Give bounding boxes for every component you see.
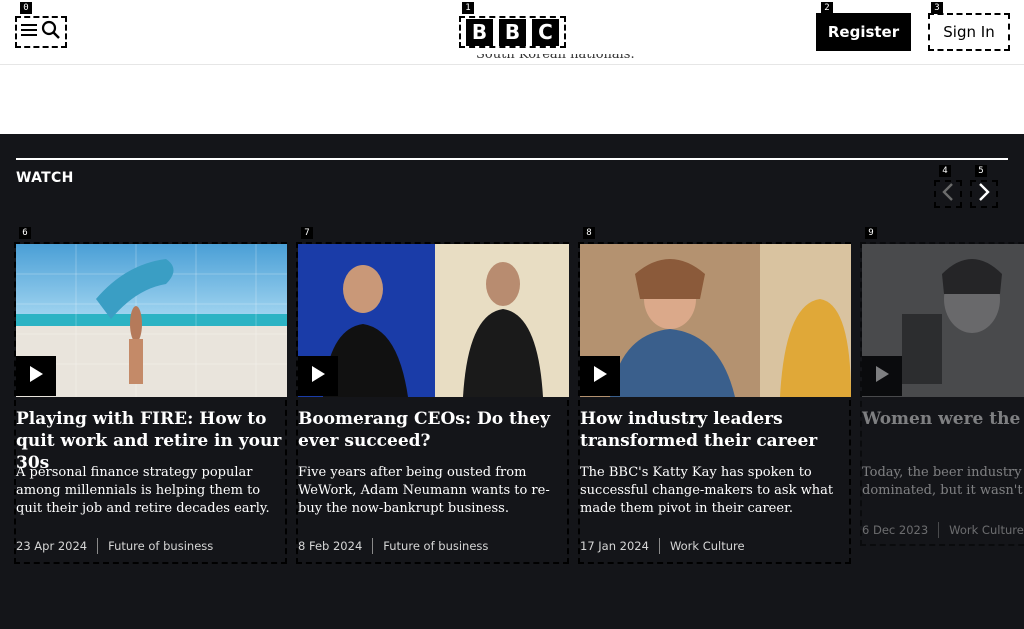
video-thumbnail	[16, 244, 287, 397]
card-category: Future of business	[108, 539, 214, 553]
overlay-badge: 7	[301, 227, 313, 239]
overlay-badge: 1	[462, 2, 474, 14]
card-meta: 17 Jan 2024 Work Culture	[580, 538, 745, 554]
sign-in-button[interactable]: Sign In	[928, 13, 1010, 51]
chevron-left-icon	[941, 182, 955, 206]
play-icon	[28, 365, 44, 387]
menu-icon	[21, 22, 39, 42]
card-category: Future of business	[383, 539, 489, 553]
overlay-badge: 9	[865, 227, 877, 239]
logo-letter: B	[499, 18, 526, 46]
card-description: Five years after being ousted from WeWor…	[298, 465, 550, 516]
menu-search-button[interactable]	[15, 16, 67, 48]
card-date: 8 Feb 2024	[298, 539, 363, 553]
video-card[interactable]: Boomerang CEOs: Do they ever succeed? Fi…	[296, 242, 569, 564]
card-title: Boomerang CEOs: Do they ever succeed?	[298, 409, 550, 451]
video-card[interactable]: Women were the brewers - what changed? T…	[860, 242, 1024, 546]
overlay-badge: 5	[975, 165, 987, 177]
section-title: WATCH	[16, 170, 74, 186]
meta-divider	[658, 538, 660, 554]
card-title: Women were the brewers - what changed?	[862, 409, 1024, 429]
chevron-right-icon	[977, 182, 991, 206]
play-icon	[592, 365, 608, 387]
meta-divider	[97, 538, 99, 554]
card-date: 23 Apr 2024	[16, 539, 88, 553]
meta-divider	[938, 522, 940, 538]
play-icon	[310, 365, 326, 387]
card-date: 17 Jan 2024	[580, 539, 649, 553]
carousel-prev-button[interactable]	[934, 180, 962, 208]
play-button[interactable]	[298, 356, 338, 396]
overlay-badge: 6	[19, 227, 31, 239]
watch-section: WATCH Playing with FIRE: How to quit wor…	[0, 134, 1024, 629]
card-meta: 6 Dec 2023 Work Culture	[862, 522, 1024, 538]
card-description: The BBC's Katty Kay has spoken to succes…	[580, 465, 834, 516]
video-card[interactable]: How industry leaders transformed their c…	[578, 242, 851, 564]
overlay-badge: 0	[20, 2, 32, 14]
card-meta: 8 Feb 2024 Future of business	[298, 538, 488, 554]
bbc-logo[interactable]: B B C	[459, 16, 566, 48]
card-category: Work Culture	[949, 523, 1024, 537]
play-button[interactable]	[16, 356, 56, 396]
overlay-badge: 8	[583, 227, 595, 239]
play-button[interactable]	[862, 356, 902, 396]
register-button[interactable]: Register	[816, 13, 911, 51]
card-title: How industry leaders transformed their c…	[580, 409, 818, 451]
partial-article-text: South Korean nationals.	[476, 54, 635, 62]
overlay-badge: 2	[821, 2, 833, 14]
meta-divider	[372, 538, 374, 554]
section-divider	[16, 158, 1008, 160]
video-card[interactable]: Playing with FIRE: How to quit work and …	[14, 242, 287, 564]
logo-letter: C	[532, 18, 559, 46]
card-date: 6 Dec 2023	[862, 523, 929, 537]
carousel-next-button[interactable]	[970, 180, 998, 208]
card-description: Today, the beer industry is male-dominat…	[862, 465, 1024, 498]
overlay-badge: 4	[939, 165, 951, 177]
search-icon	[41, 20, 61, 44]
card-description: A personal finance strategy popular amon…	[16, 465, 270, 516]
card-meta: 23 Apr 2024 Future of business	[16, 538, 213, 554]
video-thumbnail	[580, 244, 851, 397]
play-button[interactable]	[580, 356, 620, 396]
video-thumbnail	[298, 244, 569, 397]
logo-letter: B	[466, 18, 493, 46]
play-icon	[874, 365, 890, 387]
overlay-badge: 3	[931, 2, 943, 14]
card-category: Work Culture	[669, 539, 745, 553]
